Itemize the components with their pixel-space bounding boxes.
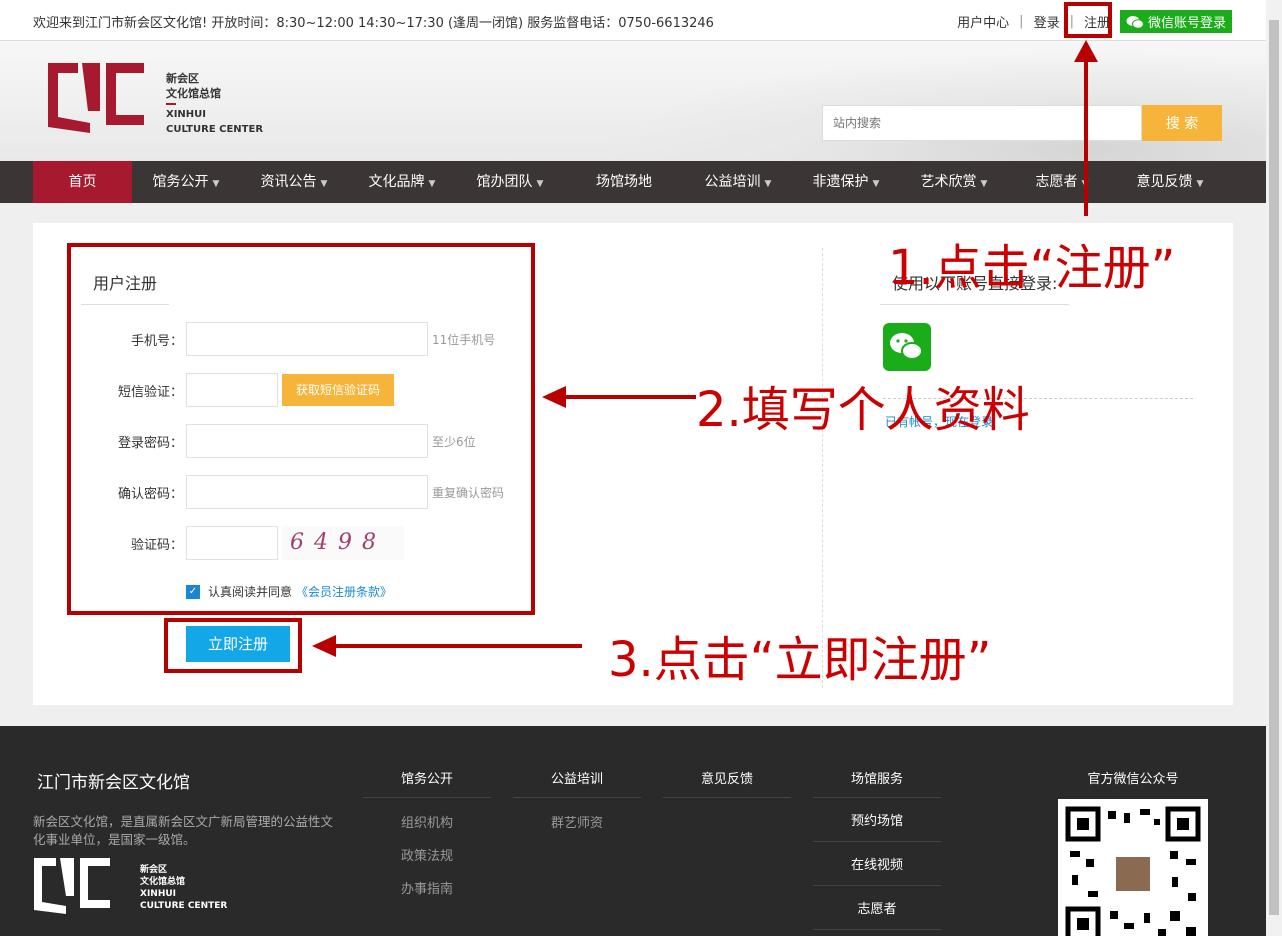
footer-col-heading: 场馆服务 (813, 768, 941, 798)
logo-line: CULTURE CENTER (140, 901, 228, 911)
user-center-link[interactable]: 用户中心 (957, 12, 1009, 31)
logo-mark-icon (48, 63, 144, 133)
separator: | (1019, 14, 1024, 29)
chevron-down-icon: ▼ (320, 179, 328, 189)
wechat-login-icon[interactable] (883, 323, 931, 371)
footer-col-heading[interactable]: 意见反馈 (663, 768, 791, 798)
chevron-down-icon: ▼ (1081, 179, 1089, 189)
chevron-down-icon: ▼ (1196, 179, 1204, 189)
logo-line: 新会区 (140, 865, 168, 875)
footer-link[interactable]: 预约场馆 (813, 798, 941, 842)
site-footer: 江门市新会区文化馆 新会区文化馆，是直属新会区文广新局管理的公益性文化事业单位，… (0, 726, 1266, 936)
welcome-text: 欢迎来到江门市新会区文化馆! 开放时间：8:30~12:00 14:30~17:… (33, 16, 714, 31)
nav-item-heritage[interactable]: 非遗保护 ▼ (792, 161, 900, 203)
logo-line: XINHUI (140, 889, 177, 899)
chevron-down-icon: ▼ (872, 179, 880, 189)
nav-item-training[interactable]: 公益培训 ▼ (684, 161, 792, 203)
search-button[interactable]: 搜 索 (1142, 105, 1222, 141)
nav-item-venue[interactable]: 场馆场地 (564, 161, 684, 203)
chevron-down-icon: ▼ (980, 179, 988, 189)
login-link[interactable]: 登录 (1034, 12, 1060, 31)
annotation-box-submit (164, 618, 302, 673)
annotation-box-form (67, 243, 535, 615)
logo-line: XINHUI (166, 109, 207, 120)
scrollbar-thumb[interactable] (1269, 20, 1279, 915)
nav-item-brand[interactable]: 文化品牌 ▼ (348, 161, 456, 203)
chevron-down-icon: ▼ (212, 179, 220, 189)
footer-link[interactable]: 组织机构 (363, 812, 491, 831)
site-logo[interactable]: 新会区 文化馆总馆 XINHUI CULTURE CENTER (40, 55, 263, 137)
annotation-step2: 2.填写个人资料 (696, 382, 1030, 438)
footer-col-heading: 公益培训 (513, 768, 641, 798)
qr-title: 官方微信公众号 (1087, 772, 1179, 787)
footer-col-services: 场馆服务 预约场馆 在线视频 志愿者 (813, 768, 941, 930)
annotation-step1: 1.点击“注册” (888, 240, 1176, 296)
footer-logo: 新会区 文化馆总馆 XINHUI CULTURE CENTER (30, 854, 230, 922)
footer-link[interactable]: 政策法规 (363, 845, 491, 864)
site-header: 新会区 文化馆总馆 XINHUI CULTURE CENTER 搜 索 (0, 41, 1266, 161)
nav-item-home[interactable]: 首页 (33, 161, 132, 203)
search-input[interactable] (822, 105, 1142, 141)
qr-code-image (1058, 799, 1208, 936)
nav-item-team[interactable]: 馆办团队 ▼ (456, 161, 564, 203)
nav-item-feedback[interactable]: 意见反馈 ▼ (1116, 161, 1224, 203)
nav-item-art[interactable]: 艺术欣赏 ▼ (900, 161, 1008, 203)
nav-item-volunteer[interactable]: 志愿者 ▼ (1008, 161, 1116, 203)
main-nav: 首页 馆务公开 ▼ 资讯公告 ▼ 文化品牌 ▼ 馆办团队 ▼ 场馆场地 公益培训 ▼ 非遗… (0, 161, 1266, 203)
footer-link[interactable]: 群艺师资 (513, 812, 641, 831)
logo-text: 新会区 文化馆总馆 XINHUI CULTURE CENTER (166, 71, 263, 137)
wechat-icon (890, 333, 923, 360)
logo-line: 新会区 (166, 72, 199, 85)
scrollbar[interactable] (1266, 0, 1282, 936)
footer-description: 新会区文化馆，是直属新会区文广新局管理的公益性文化事业单位，是国家一级馆。 (33, 814, 334, 847)
logo-line: 文化馆总馆 (166, 87, 221, 100)
logo-line: CULTURE CENTER (166, 124, 264, 135)
footer-link[interactable]: 在线视频 (813, 842, 941, 886)
wechat-icon (1126, 15, 1144, 29)
annotation-step3: 3.点击“立即注册” (608, 632, 992, 688)
footer-link[interactable]: 志愿者 (813, 886, 941, 930)
footer-col-heading: 馆务公开 (363, 768, 491, 798)
footer-link[interactable]: 办事指南 (363, 878, 491, 897)
wechat-login-label: 微信账号登录 (1147, 16, 1226, 31)
wechat-login-button[interactable]: 微信账号登录 (1119, 10, 1232, 33)
footer-col-feedback: 意见反馈 (663, 768, 791, 798)
site-search: 搜 索 (822, 105, 1222, 141)
logo-line: 文化馆总馆 (140, 877, 186, 887)
nav-item-news[interactable]: 资讯公告 ▼ (240, 161, 348, 203)
chevron-down-icon: ▼ (764, 179, 772, 189)
chevron-down-icon: ▼ (428, 179, 436, 189)
footer-col-training: 公益培训 群艺师资 (513, 768, 641, 831)
footer-title: 江门市新会区文化馆 (37, 773, 190, 793)
annotation-box-register (1064, 2, 1112, 38)
footer-col-affairs: 馆务公开 组织机构 政策法规 办事指南 (363, 768, 491, 897)
nav-item-affairs[interactable]: 馆务公开 ▼ (132, 161, 240, 203)
chevron-down-icon: ▼ (536, 179, 544, 189)
footer-qr: 官方微信公众号 (1058, 768, 1208, 936)
